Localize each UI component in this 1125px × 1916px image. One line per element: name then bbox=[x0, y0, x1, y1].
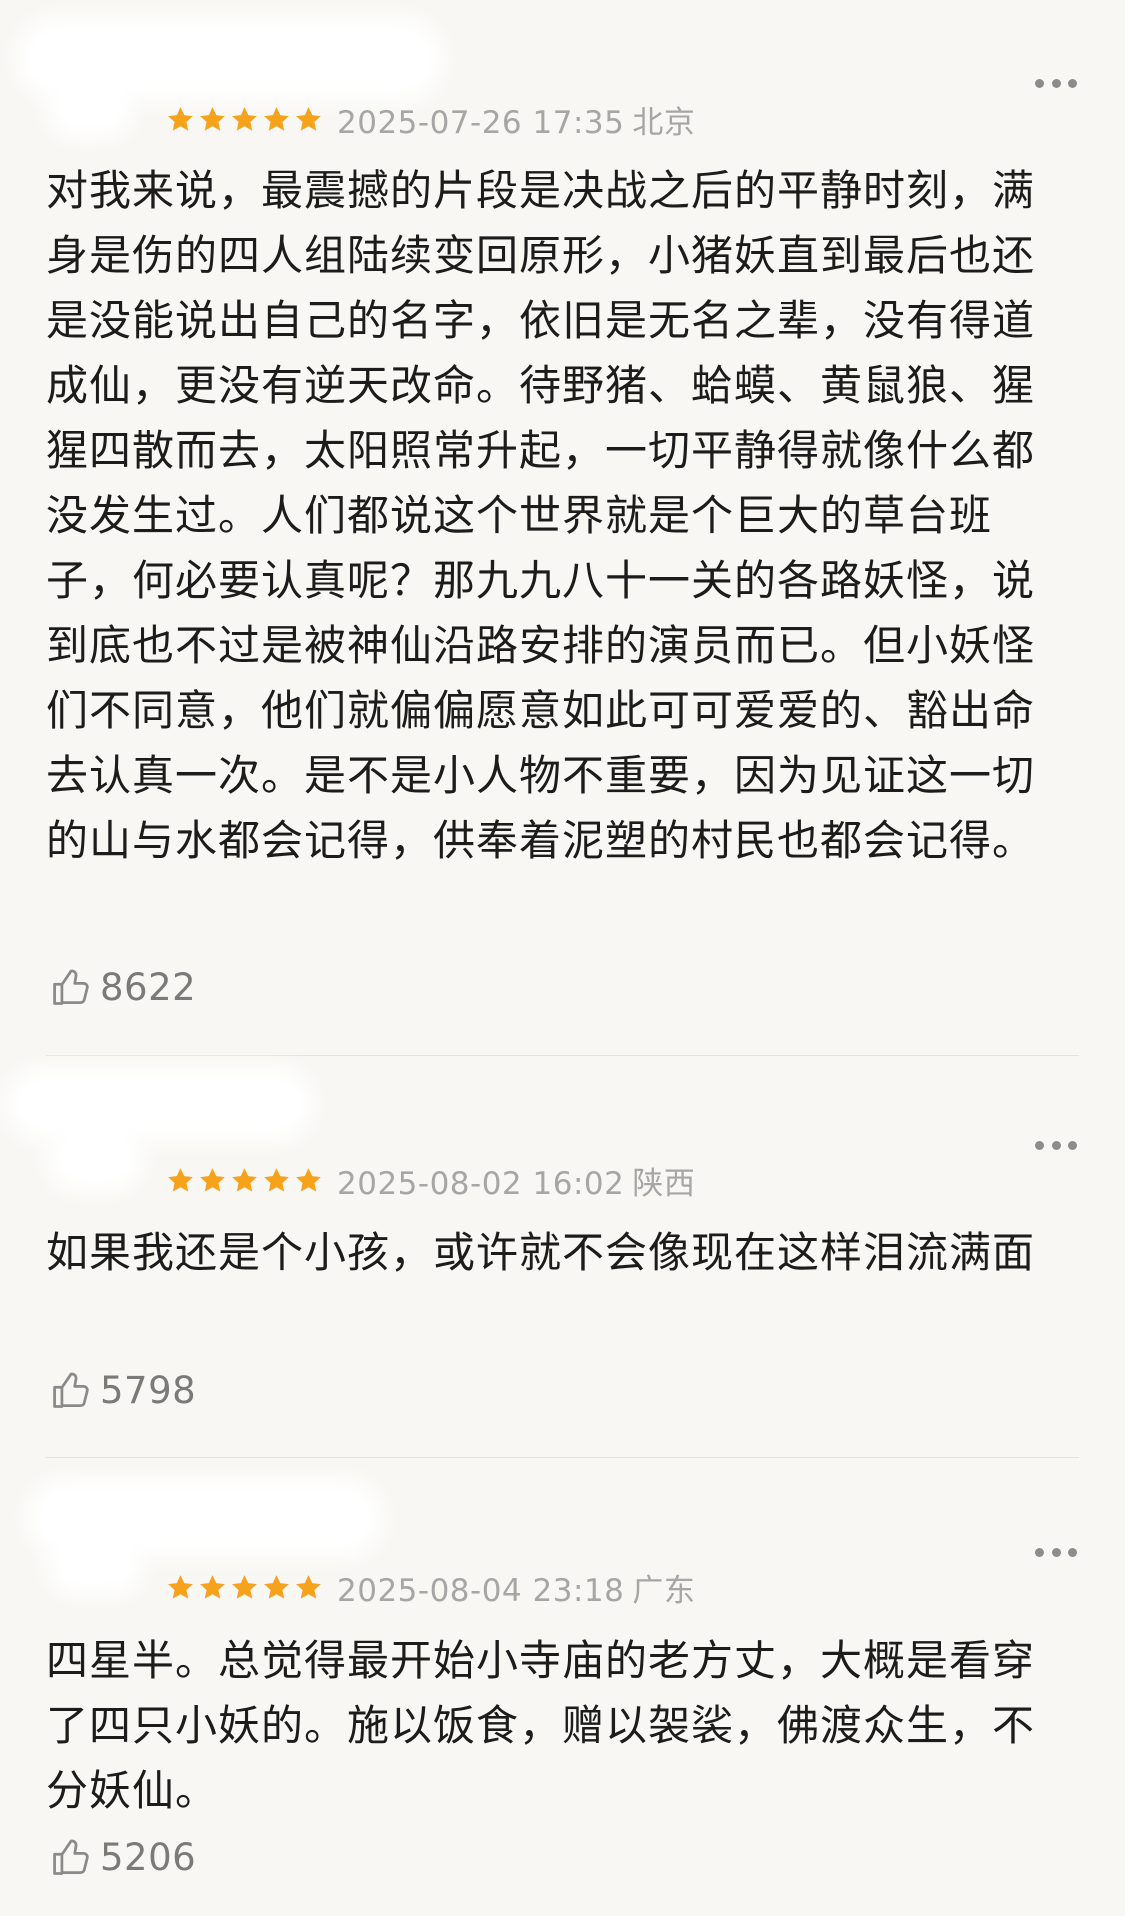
like-count: 5798 bbox=[100, 1368, 197, 1412]
like-button[interactable]: 5206 bbox=[50, 1832, 196, 1882]
review-date: 2025-07-26 17:35 bbox=[337, 104, 625, 141]
more-dots-icon[interactable] bbox=[1035, 1139, 1077, 1151]
thumbs-up-icon bbox=[53, 1372, 89, 1408]
redacted-avatar bbox=[60, 1140, 130, 1178]
star-icon bbox=[296, 106, 321, 131]
star-icon bbox=[232, 1574, 257, 1599]
review-date: 2025-08-04 23:18 bbox=[337, 1572, 625, 1609]
star-icon bbox=[264, 1167, 289, 1192]
redacted-avatar-username bbox=[20, 1080, 300, 1128]
star-icon bbox=[200, 106, 225, 131]
thumbs-up-icon bbox=[53, 969, 89, 1005]
star-icon bbox=[168, 106, 193, 131]
review-location: 陕西 bbox=[632, 1165, 696, 1202]
star-icon bbox=[296, 1167, 321, 1192]
star-rating bbox=[166, 105, 323, 134]
review-date: 2025-08-02 16:02 bbox=[337, 1165, 625, 1202]
like-button[interactable]: 8622 bbox=[50, 962, 196, 1012]
star-icon bbox=[264, 106, 289, 131]
star-icon bbox=[264, 1574, 289, 1599]
star-icon bbox=[232, 1167, 257, 1192]
star-icon bbox=[168, 1167, 193, 1192]
thumbs-up-icon bbox=[53, 1839, 89, 1875]
redacted-avatar bbox=[60, 1552, 130, 1582]
star-rating bbox=[166, 1573, 323, 1602]
redacted-avatar-username bbox=[30, 30, 430, 88]
redacted-avatar-username bbox=[40, 1492, 370, 1544]
redacted-avatar bbox=[60, 95, 120, 125]
divider bbox=[46, 1055, 1079, 1056]
like-count: 8622 bbox=[100, 965, 197, 1009]
like-button[interactable]: 5798 bbox=[50, 1365, 196, 1415]
star-icon bbox=[200, 1574, 225, 1599]
review-meta: 2025-08-04 23:18 广东 bbox=[166, 1567, 696, 1609]
review-content: 四星半。总觉得最开始小寺庙的老方丈，大概是看穿了四只小妖的。施以饭食，赠以袈裟，… bbox=[46, 1636, 1036, 1815]
star-icon bbox=[200, 1167, 225, 1192]
star-icon bbox=[168, 1574, 193, 1599]
review-location: 北京 bbox=[632, 104, 696, 141]
review-location: 广东 bbox=[632, 1572, 696, 1609]
reviews-page: 2025-07-26 17:35 北京 对我来说，最震撼的片段是决战之后的平静时刻… bbox=[0, 0, 1125, 1916]
review-content: 如果我还是个小孩，或许就不会像现在这样泪流满面 bbox=[46, 1228, 1036, 1277]
more-dots-icon[interactable] bbox=[1035, 1546, 1077, 1558]
review-content: 对我来说，最震撼的片段是决战之后的平静时刻，满身是伤的四人组陆续变回原形，小猪妖… bbox=[46, 166, 1036, 865]
more-dots-icon[interactable] bbox=[1035, 77, 1077, 89]
star-icon bbox=[232, 106, 257, 131]
like-count: 5206 bbox=[100, 1835, 197, 1879]
star-rating bbox=[166, 1166, 323, 1195]
star-icon bbox=[296, 1574, 321, 1599]
divider bbox=[46, 1457, 1079, 1458]
review-meta: 2025-08-02 16:02 陕西 bbox=[166, 1160, 696, 1202]
review-meta: 2025-07-26 17:35 北京 bbox=[166, 99, 696, 141]
